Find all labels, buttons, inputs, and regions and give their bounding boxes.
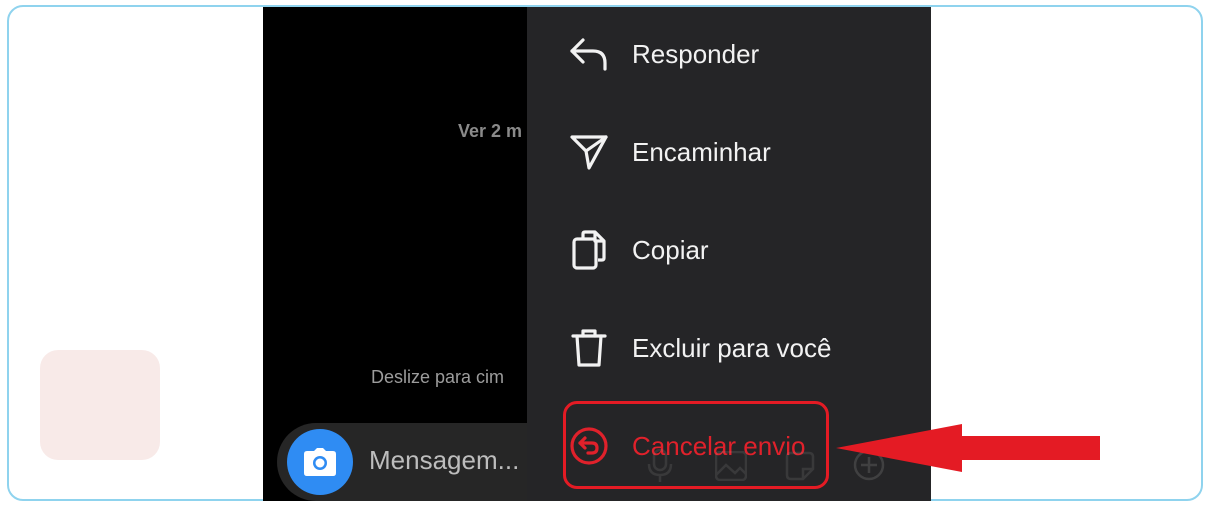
reply-icon: [567, 32, 611, 76]
message-input[interactable]: Mensagem...: [369, 445, 519, 476]
copy-icon: [567, 228, 611, 272]
trash-icon: [567, 326, 611, 370]
camera-button[interactable]: [287, 429, 353, 495]
pointer-arrow-icon: [836, 424, 1100, 472]
chat-preview-text[interactable]: Ver 2 m: [458, 121, 522, 142]
menu-item-label: Copiar: [632, 234, 709, 265]
camera-icon: [304, 448, 336, 476]
phone-screen: Ver 2 m Deslize para cim Mensagem... Res…: [263, 7, 931, 501]
menu-item-label: Encaminhar: [632, 136, 771, 167]
menu-item-label: Responder: [632, 38, 760, 69]
menu-item-reply[interactable]: Responder: [527, 19, 931, 89]
menu-item-copy[interactable]: Copiar: [527, 215, 931, 285]
menu-item-delete-for-you[interactable]: Excluir para você: [527, 313, 931, 383]
send-icon: [567, 130, 611, 174]
swipe-hint-text: Deslize para cim: [371, 367, 505, 387]
menu-item-label: Excluir para você: [632, 332, 832, 363]
menu-item-forward[interactable]: Encaminhar: [527, 117, 931, 187]
unsend-highlight-box: [563, 401, 829, 489]
